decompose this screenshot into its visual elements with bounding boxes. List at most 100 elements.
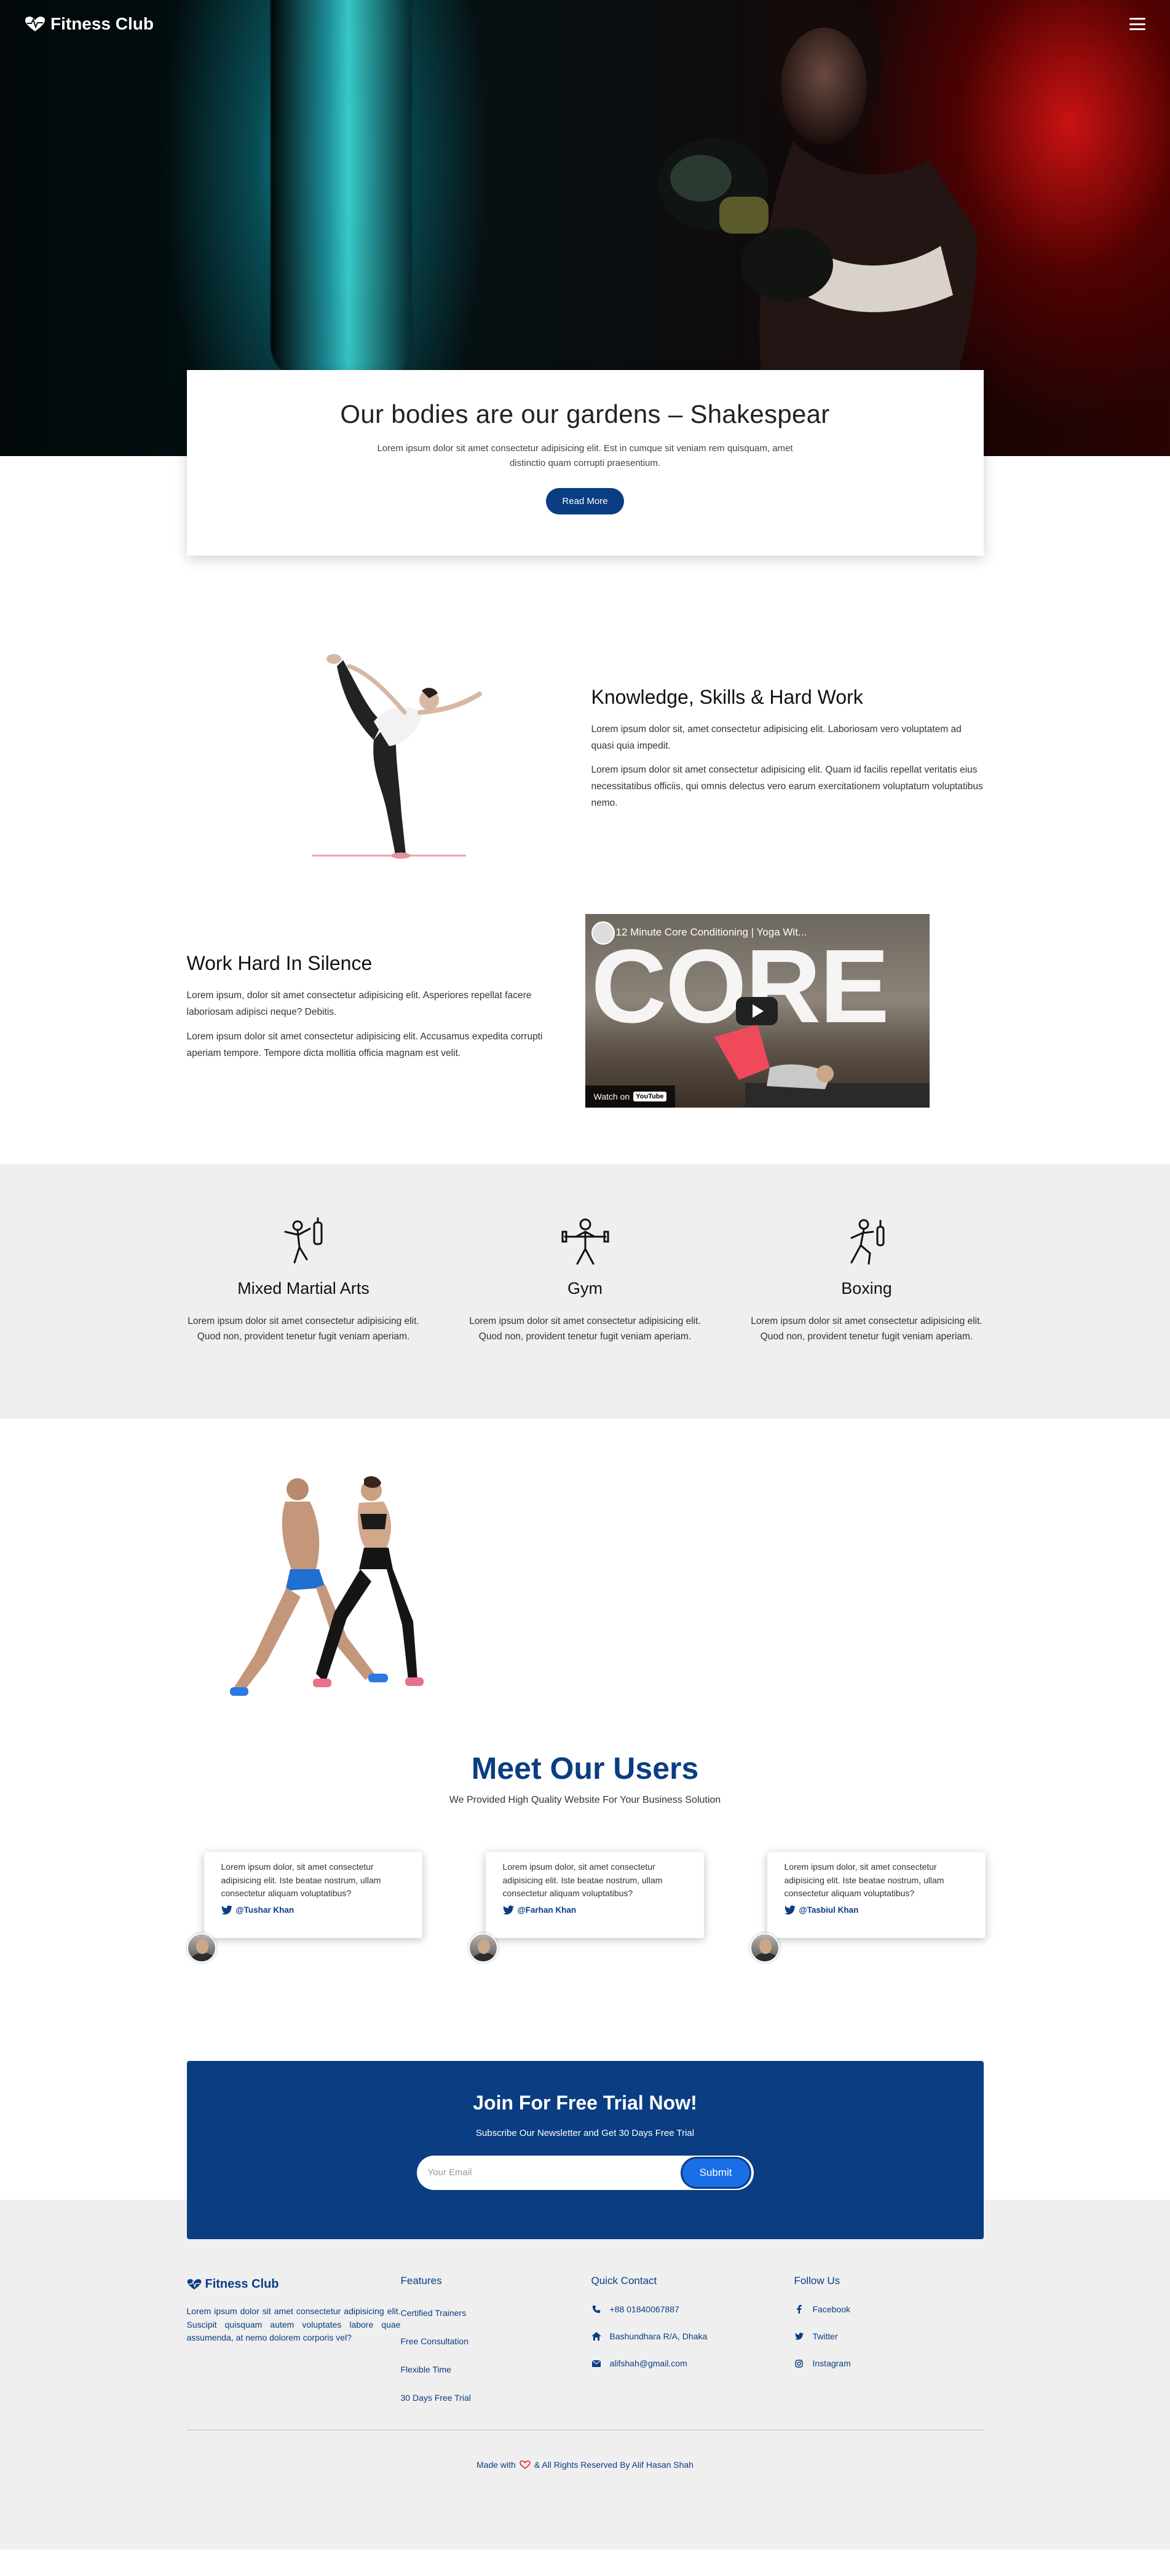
service-title: Boxing [841,1279,892,1298]
service-card: Mixed Martial Arts Lorem ipsum dolor sit… [187,1213,421,1345]
twitter-icon [221,1905,232,1915]
users-section: Meet Our Users We Provided High Quality … [0,1695,1170,1969]
read-more-button[interactable]: Read More [546,488,624,514]
handle-text: @Tasbiul Khan [799,1905,859,1915]
handle-text: @Farhan Khan [517,1905,577,1915]
footer-brand-name: Fitness Club [205,2277,279,2291]
testimonial: Lorem ipsum dolor, sit amet consectetur … [468,1852,704,1969]
trial-subtitle: Subscribe Our Newsletter and Get 30 Days… [475,2128,695,2138]
testimonial-handle[interactable]: @Farhan Khan [502,1905,687,1915]
knowledge-title: Knowledge, Skills & Hard Work [591,685,863,708]
navbar: Fitness Club [0,0,1170,48]
heart-pulse-icon [187,2279,201,2290]
knowledge-paragraph-1: Lorem ipsum dolor sit, amet consectetur … [591,723,962,751]
copyright-text: & All Rights Reserved By Alif Hasan Shah [534,2460,694,2470]
twitter-icon [794,2331,804,2341]
footer-follow-heading: Follow Us [794,2275,840,2286]
contact-phone[interactable]: +88 01840067887 [591,2304,794,2314]
footer-link[interactable]: Certified Trainers [401,2308,591,2318]
fitness-couple-image [229,1476,424,1696]
testimonial-handle[interactable]: @Tasbiul Khan [784,1905,968,1915]
footer-features: Features Certified Trainers Free Consult… [401,2275,591,2403]
footer-link[interactable]: Flexible Time [401,2365,591,2374]
envelope-icon [591,2358,601,2368]
work-paragraph-2: Lorem ipsum dolor sit amet consectetur a… [186,1031,543,1058]
service-text: Lorem ipsum dolor sit amet consectetur a… [751,1316,982,1342]
footer-brand[interactable]: Fitness Club [187,2277,401,2291]
play-button-icon[interactable] [735,996,778,1025]
work-section: Work Hard In Silence Lorem ipsum, dolor … [187,912,984,1109]
footer-contact-heading: Quick Contact [591,2275,657,2286]
knowledge-paragraph-2: Lorem ipsum dolor sit amet consectetur a… [591,764,983,809]
footer-link[interactable]: Free Consultation [401,2336,591,2346]
heart-icon [520,2460,531,2469]
footer: Fitness Club Lorem ipsum dolor sit amet … [0,2251,1170,2550]
testimonial-card: Lorem ipsum dolor, sit amet consectetur … [767,1852,986,1938]
contact-email[interactable]: alifshah@gmail.com [591,2358,794,2368]
footer-about-text: Lorem ipsum dolor sit amet consectetur a… [186,2306,401,2343]
service-title: Gym [567,1279,603,1298]
testimonial: Lorem ipsum dolor, sit amet consectetur … [186,1852,422,1969]
copyright-made-with: Made with [476,2460,516,2470]
testimonial: Lorem ipsum dolor, sit amet consectetur … [749,1852,986,1969]
contact-address-text: Bashundhara R/A, Dhaka [609,2331,708,2341]
free-trial-banner: Join For Free Trial Now! Subscribe Our N… [186,2061,984,2239]
martial-arts-icon [284,1217,322,1264]
hero-title: Our bodies are our gardens – Shakespear [340,400,830,428]
social-twitter[interactable]: Twitter [794,2331,979,2341]
footer-features-heading: Features [400,2275,442,2286]
facebook-icon [794,2304,804,2314]
contact-address[interactable]: Bashundhara R/A, Dhaka [591,2331,794,2341]
work-text: Work Hard In Silence Lorem ipsum, dolor … [187,952,585,1069]
trial-title: Join For Free Trial Now! [473,2092,697,2114]
watch-on-label: Watch on [593,1091,630,1101]
knowledge-text: Knowledge, Skills & Hard Work Lorem ipsu… [585,686,984,819]
footer-link[interactable]: 30 Days Free Trial [401,2393,591,2403]
testimonial-handle[interactable]: @Tushar Khan [221,1905,405,1915]
watch-on-youtube-button[interactable]: Watch on YouTube [585,1085,675,1108]
brand-name: Fitness Club [50,14,154,33]
subscribe-form: Your Email Submit [416,2156,754,2190]
fitness-couple-section [187,1419,984,1696]
contact-phone-text: +88 01840067887 [609,2304,679,2314]
handle-text: @Tushar Khan [235,1905,294,1915]
social-instagram-text: Instagram [812,2358,851,2368]
brand-logo[interactable]: Fitness Club [25,14,154,34]
avatar [186,1933,216,1963]
avatar [468,1933,498,1963]
boxing-icon [850,1219,884,1265]
trial-zone: Join For Free Trial Now! Subscribe Our N… [0,2061,1170,2458]
testimonial-text: Lorem ipsum dolor, sit amet consectetur … [784,1862,944,1899]
testimonial-text: Lorem ipsum dolor, sit amet consectetur … [221,1862,381,1899]
copyright: Made with & All Rights Reserved By Alif … [0,2460,1170,2470]
youtube-logo: YouTube [633,1091,666,1101]
contact-email-text: alifshah@gmail.com [609,2358,687,2368]
heart-pulse-icon [25,17,45,31]
avatar [749,1933,780,1963]
channel-avatar[interactable] [591,921,615,945]
service-text: Lorem ipsum dolor sit amet consectetur a… [469,1316,701,1342]
twitter-icon [784,1905,796,1915]
submit-button[interactable]: Submit [680,2157,751,2189]
testimonial-card: Lorem ipsum dolor, sit amet consectetur … [204,1852,422,1938]
yoga-pose-image [187,623,585,881]
hero-card: Our bodies are our gardens – Shakespear … [186,370,984,556]
social-instagram[interactable]: Instagram [794,2358,979,2368]
hamburger-menu-icon[interactable] [1129,18,1145,30]
testimonial-list: Lorem ipsum dolor, sit amet consectetur … [186,1852,986,1969]
users-title: Meet Our Users [471,1751,699,1786]
email-input[interactable]: Your Email [428,2159,681,2186]
social-facebook[interactable]: Facebook [794,2304,979,2314]
users-subtitle: We Provided High Quality Website For You… [449,1795,721,1805]
work-title: Work Hard In Silence [186,952,373,975]
phone-icon [591,2304,601,2314]
footer-contact: Quick Contact +88 01840067887 Bashundhar… [591,2275,794,2403]
footer-social: Follow Us Facebook Twitter Instagram [794,2275,979,2403]
work-paragraph-1: Lorem ipsum, dolor sit amet consectetur … [186,990,532,1018]
gym-icon [561,1218,609,1265]
youtube-video-embed[interactable]: CORE 12 Minute Core Conditioning | Yoga … [585,913,930,1108]
video-title[interactable]: 12 Minute Core Conditioning | Yoga Wit..… [616,926,807,939]
hero-text: Lorem ipsum dolor sit amet consectetur a… [377,443,793,468]
social-twitter-text: Twitter [812,2331,838,2341]
knowledge-section: Knowledge, Skills & Hard Work Lorem ipsu… [187,623,984,881]
